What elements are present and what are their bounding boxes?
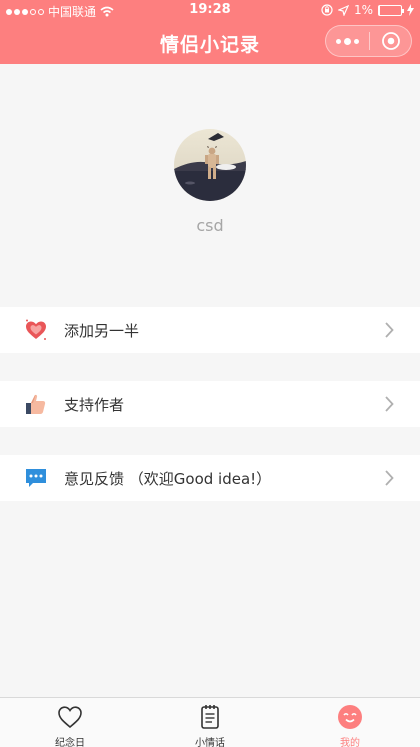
- tab-bar: 纪念日 小情话 我的: [0, 697, 420, 747]
- chevron-right-icon: [385, 396, 394, 412]
- tab-mine[interactable]: 我的: [280, 698, 420, 747]
- smiley-face-icon: [338, 705, 362, 729]
- battery-icon: [378, 4, 404, 16]
- menu-item-add-partner[interactable]: 添加另一半: [0, 307, 420, 353]
- charging-icon: [407, 4, 414, 16]
- menu-item-label: 意见反馈 （欢迎Good idea!）: [64, 470, 272, 488]
- tab-label: 纪念日: [55, 738, 85, 747]
- location-icon: [337, 4, 349, 16]
- tab-label: 小情话: [195, 738, 225, 747]
- menu-item-feedback[interactable]: 意见反馈 （欢迎Good idea!）: [0, 455, 420, 501]
- target-close-icon: [381, 32, 400, 50]
- profile-section: csd: [0, 64, 420, 306]
- menu-item-label: 添加另一半: [64, 322, 140, 340]
- close-mini-program-button[interactable]: [370, 31, 411, 51]
- tab-love-notes[interactable]: 小情话: [140, 698, 280, 747]
- orientation-lock-icon: [321, 4, 333, 16]
- notebook-icon: [201, 705, 219, 729]
- more-button[interactable]: [326, 26, 369, 56]
- heart-outline-icon: [58, 706, 82, 729]
- thumbs-up-icon: [26, 394, 46, 414]
- menu-item-label: 支持作者: [64, 396, 125, 414]
- hearts-icon: [26, 319, 46, 340]
- more-dots-icon: [336, 38, 341, 44]
- status-bar: 中国联通 19:28 1%: [0, 0, 420, 20]
- tab-anniversary[interactable]: 纪念日: [0, 698, 140, 747]
- navigation-bar: 中国联通 19:28 1% 情侣小记录: [0, 0, 420, 64]
- chevron-right-icon: [385, 322, 394, 338]
- mini-program-capsule: [325, 25, 412, 57]
- battery-percent: 1%: [353, 3, 373, 17]
- menu-item-support-author[interactable]: 支持作者: [0, 381, 420, 427]
- username: csd: [196, 216, 224, 235]
- chat-bubble-icon: [26, 469, 46, 487]
- chevron-right-icon: [385, 470, 394, 486]
- avatar[interactable]: [174, 129, 246, 201]
- status-right: 1%: [321, 3, 414, 17]
- tab-label: 我的: [340, 738, 360, 747]
